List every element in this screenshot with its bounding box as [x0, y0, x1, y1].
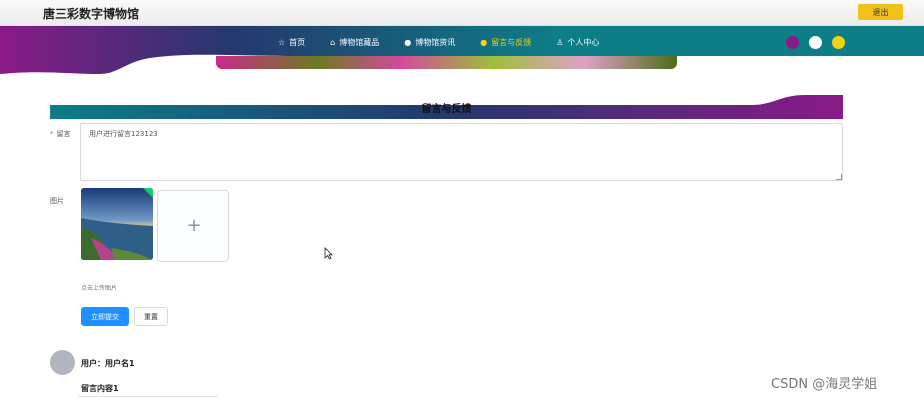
- mouse-cursor-icon: [324, 247, 333, 260]
- star-icon: ☆: [278, 37, 286, 47]
- nav-item-label: 留言与反馈: [491, 37, 532, 47]
- watermark: CSDN @海灵学姐: [771, 377, 878, 392]
- divider: [78, 396, 218, 397]
- message-textarea[interactable]: 用户进行留言123123: [80, 123, 843, 181]
- submit-button[interactable]: 立即提交: [81, 307, 129, 326]
- logout-button[interactable]: 退出: [858, 4, 903, 20]
- theme-dot-purple[interactable]: [786, 36, 799, 49]
- required-mark: *: [50, 130, 54, 138]
- comment-content: 留言内容1: [81, 384, 119, 393]
- resize-handle-icon[interactable]: [836, 174, 842, 180]
- upload-hint: 点击上传图片: [81, 285, 118, 292]
- nav-item-news[interactable]: ● 博物馆资讯: [404, 35, 455, 49]
- theme-switcher: [786, 36, 845, 49]
- plus-icon: +: [186, 215, 202, 236]
- box-icon: ⌂: [330, 37, 336, 47]
- theme-dot-white[interactable]: [809, 36, 822, 49]
- page: 唐三彩数字博物馆 退出 ☆ 首页 ⌂ 博物馆藏品 ● 博物馆资讯 ● 留言与反馈…: [0, 0, 924, 400]
- comment-user: 用户：用户名1: [81, 359, 135, 368]
- user-icon: ♙: [556, 37, 564, 47]
- reset-button[interactable]: 重置: [134, 307, 168, 326]
- upload-image-button[interactable]: +: [157, 190, 229, 262]
- image-label: 图片: [50, 197, 64, 205]
- theme-dot-yellow[interactable]: [832, 36, 845, 49]
- dot-icon: ●: [404, 37, 412, 47]
- nav-item-label: 博物馆藏品: [339, 37, 380, 47]
- uploaded-image-thumbnail[interactable]: [81, 188, 153, 260]
- nav-item-profile[interactable]: ♙ 个人中心: [556, 35, 599, 49]
- top-header: 唐三彩数字博物馆 退出: [0, 0, 924, 26]
- site-title: 唐三彩数字博物馆: [43, 7, 140, 21]
- nav-item-label: 个人中心: [567, 37, 600, 47]
- section-title: 留言与反馈: [421, 104, 472, 115]
- section-header: 留言与反馈: [50, 95, 843, 119]
- landscape-image: [81, 188, 153, 260]
- main-nav: ☆ 首页 ⌂ 博物馆藏品 ● 博物馆资讯 ● 留言与反馈 ♙ 个人中心: [278, 35, 624, 49]
- message-label-text: 留言: [56, 130, 71, 138]
- nav-item-label: 博物馆资讯: [415, 37, 456, 47]
- avatar: [50, 350, 75, 375]
- nav-item-feedback[interactable]: ● 留言与反馈: [480, 35, 531, 49]
- nav-item-collections[interactable]: ⌂ 博物馆藏品: [330, 35, 379, 49]
- nav-item-label: 首页: [289, 37, 306, 47]
- dot-icon: ●: [480, 37, 488, 47]
- upload-success-badge: [143, 188, 153, 198]
- nav-item-home[interactable]: ☆ 首页: [278, 35, 305, 49]
- banner-image: [216, 56, 677, 69]
- message-label: * 留言: [50, 129, 71, 139]
